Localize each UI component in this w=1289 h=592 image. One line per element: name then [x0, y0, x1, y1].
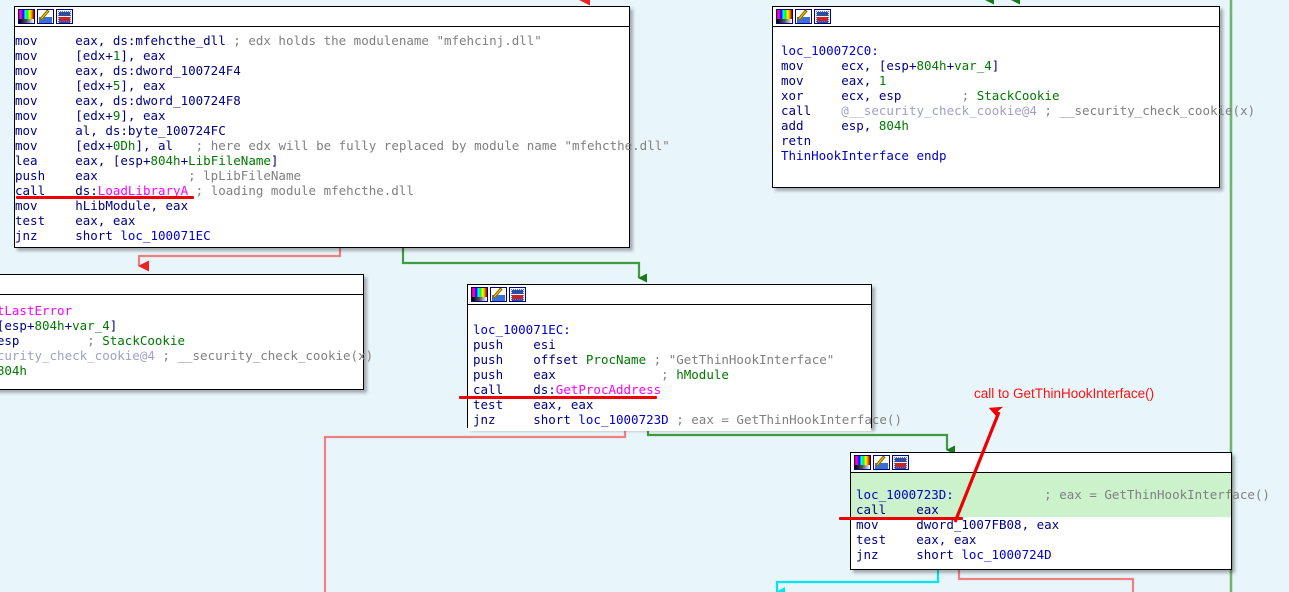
- pencil-icon[interactable]: [490, 287, 507, 302]
- asm-line: call eax: [851, 502, 1231, 517]
- asm-line: xor ecx, esp ; StackCookie: [0, 333, 186, 348]
- asm-line: jnz short loc_1000723D ; eax = GetThinHo…: [473, 412, 902, 427]
- asm-line: xor ecx, esp ; StackCookie: [781, 88, 1060, 103]
- snapshot-icon[interactable]: [56, 9, 73, 24]
- asm-line: push offset ProcName ; "GetThinHookInter…: [473, 352, 835, 367]
- asm-line: call @__security_check_cookie@4 ; __secu…: [781, 103, 1256, 118]
- asm-line: ThinHookInterface endp: [781, 148, 947, 163]
- edge-callthinhook-loopback: [775, 570, 940, 592]
- pencil-icon[interactable]: [37, 9, 54, 24]
- palette-icon[interactable]: [854, 455, 871, 470]
- ida-graph-canvas[interactable]: mov eax, ds:mfehcthe_dll ; edx holds the…: [0, 0, 1289, 592]
- asm-line: lea eax, [esp+804h+LibFileName]: [15, 153, 279, 168]
- asm-line: mov [edx+5], eax: [15, 78, 166, 93]
- asm-line: mov ecx, [esp+804h+var_4]: [0, 318, 118, 333]
- block-get-last-error[interactable]: call ds:GetLastError mov ecx, [esp+804h+…: [0, 274, 374, 390]
- palette-icon[interactable]: [18, 9, 35, 24]
- asm-line: call @__security_check_cookie@4 ; __secu…: [0, 348, 374, 363]
- asm-line: retn: [781, 133, 812, 148]
- asm-line: test eax, eax: [856, 532, 977, 547]
- asm-line: call ds:GetLastError: [0, 303, 73, 318]
- asm-line: push esi: [473, 337, 556, 352]
- node-titlebar[interactable]: [468, 285, 871, 305]
- block-function-epilogue[interactable]: loc_100072C0: mov ecx, [esp+804h+var_4] …: [772, 6, 1256, 188]
- asm-line: mov ecx, [esp+804h+var_4]: [781, 58, 1000, 73]
- asm-line: mov eax, ds:dword_100724F4: [15, 63, 241, 78]
- node-body: call ds:GetLastError mov ecx, [esp+804h+…: [0, 295, 374, 382]
- asm-line: loc_100072C0:: [781, 43, 879, 58]
- pencil-icon[interactable]: [873, 455, 890, 470]
- node-titlebar[interactable]: [15, 7, 629, 27]
- asm-line: mov eax, 1: [781, 73, 887, 88]
- asm-line: add esp, 804h: [781, 118, 909, 133]
- block-call-thin-hook-interface[interactable]: loc_1000723D: ; eax = GetThinHookInterfa…: [850, 452, 1270, 570]
- asm-line: mov al, ds:byte_100724FC: [15, 123, 226, 138]
- snapshot-icon[interactable]: [892, 455, 909, 470]
- asm-line: test eax, eax: [15, 213, 136, 228]
- asm-line: loc_100071EC:: [473, 322, 571, 337]
- asm-line: push eax ; lpLibFileName: [15, 168, 301, 183]
- block-get-proc-address[interactable]: loc_100071EC: push esi push offset ProcN…: [467, 284, 902, 431]
- snapshot-icon[interactable]: [814, 9, 831, 24]
- node-titlebar[interactable]: [851, 453, 1231, 473]
- asm-line: add esp, 804h: [0, 363, 27, 378]
- annotation-underline-getprocaddress: [459, 396, 657, 399]
- edge-loadlibrary-to-getlasterror: [137, 247, 342, 272]
- asm-line: mov [edx+9], eax: [15, 108, 166, 123]
- block-load-library[interactable]: mov eax, ds:mfehcthe_dll ; edx holds the…: [14, 6, 670, 248]
- asm-line: jnz short loc_100071EC: [15, 228, 211, 243]
- annotation-underline-loadlibrary: [16, 196, 194, 199]
- asm-line: mov [edx+1], eax: [15, 48, 166, 63]
- node-body: mov eax, ds:mfehcthe_dll ; edx holds the…: [15, 27, 670, 247]
- edge-loadlibrary-to-getprocaddress: [401, 247, 647, 283]
- asm-line: mov [edx+0Dh], al ; here edx will be ful…: [15, 138, 670, 153]
- pencil-icon[interactable]: [795, 9, 812, 24]
- asm-line: mov hLibModule, eax: [15, 198, 189, 213]
- asm-line: call ds:GetProcAddress: [473, 382, 662, 397]
- annotation-underline-call-eax: [839, 517, 963, 520]
- node-titlebar[interactable]: [773, 7, 1219, 27]
- edge-callthinhook-fallthrough: [957, 570, 1135, 592]
- edge-getprocaddress-fallthrough: [323, 428, 627, 592]
- asm-line: mov eax, ds:dword_100724F8: [15, 93, 241, 108]
- node-body: loc_100072C0: mov ecx, [esp+804h+var_4] …: [773, 27, 1256, 167]
- node-body: loc_100071EC: push esi push offset ProcN…: [468, 305, 902, 431]
- asm-line: loc_1000723D: ; eax = GetThinHookInterfa…: [851, 487, 1270, 502]
- annotation-call-to-getthinhookinterface: call to GetThinHookInterface(): [974, 386, 1155, 401]
- asm-line: push eax ; hModule: [473, 367, 729, 382]
- edge-getprocaddress-to-callthinhook: [646, 428, 955, 455]
- asm-line: test eax, eax: [473, 397, 594, 412]
- snapshot-icon[interactable]: [509, 287, 526, 302]
- asm-line-spacer: [851, 473, 1231, 487]
- asm-line: jnz short loc_1000724D: [856, 547, 1052, 562]
- palette-icon[interactable]: [776, 9, 793, 24]
- asm-line: mov eax, ds:mfehcthe_dll ; edx holds the…: [15, 33, 542, 48]
- palette-icon[interactable]: [471, 287, 488, 302]
- node-titlebar[interactable]: [0, 275, 363, 295]
